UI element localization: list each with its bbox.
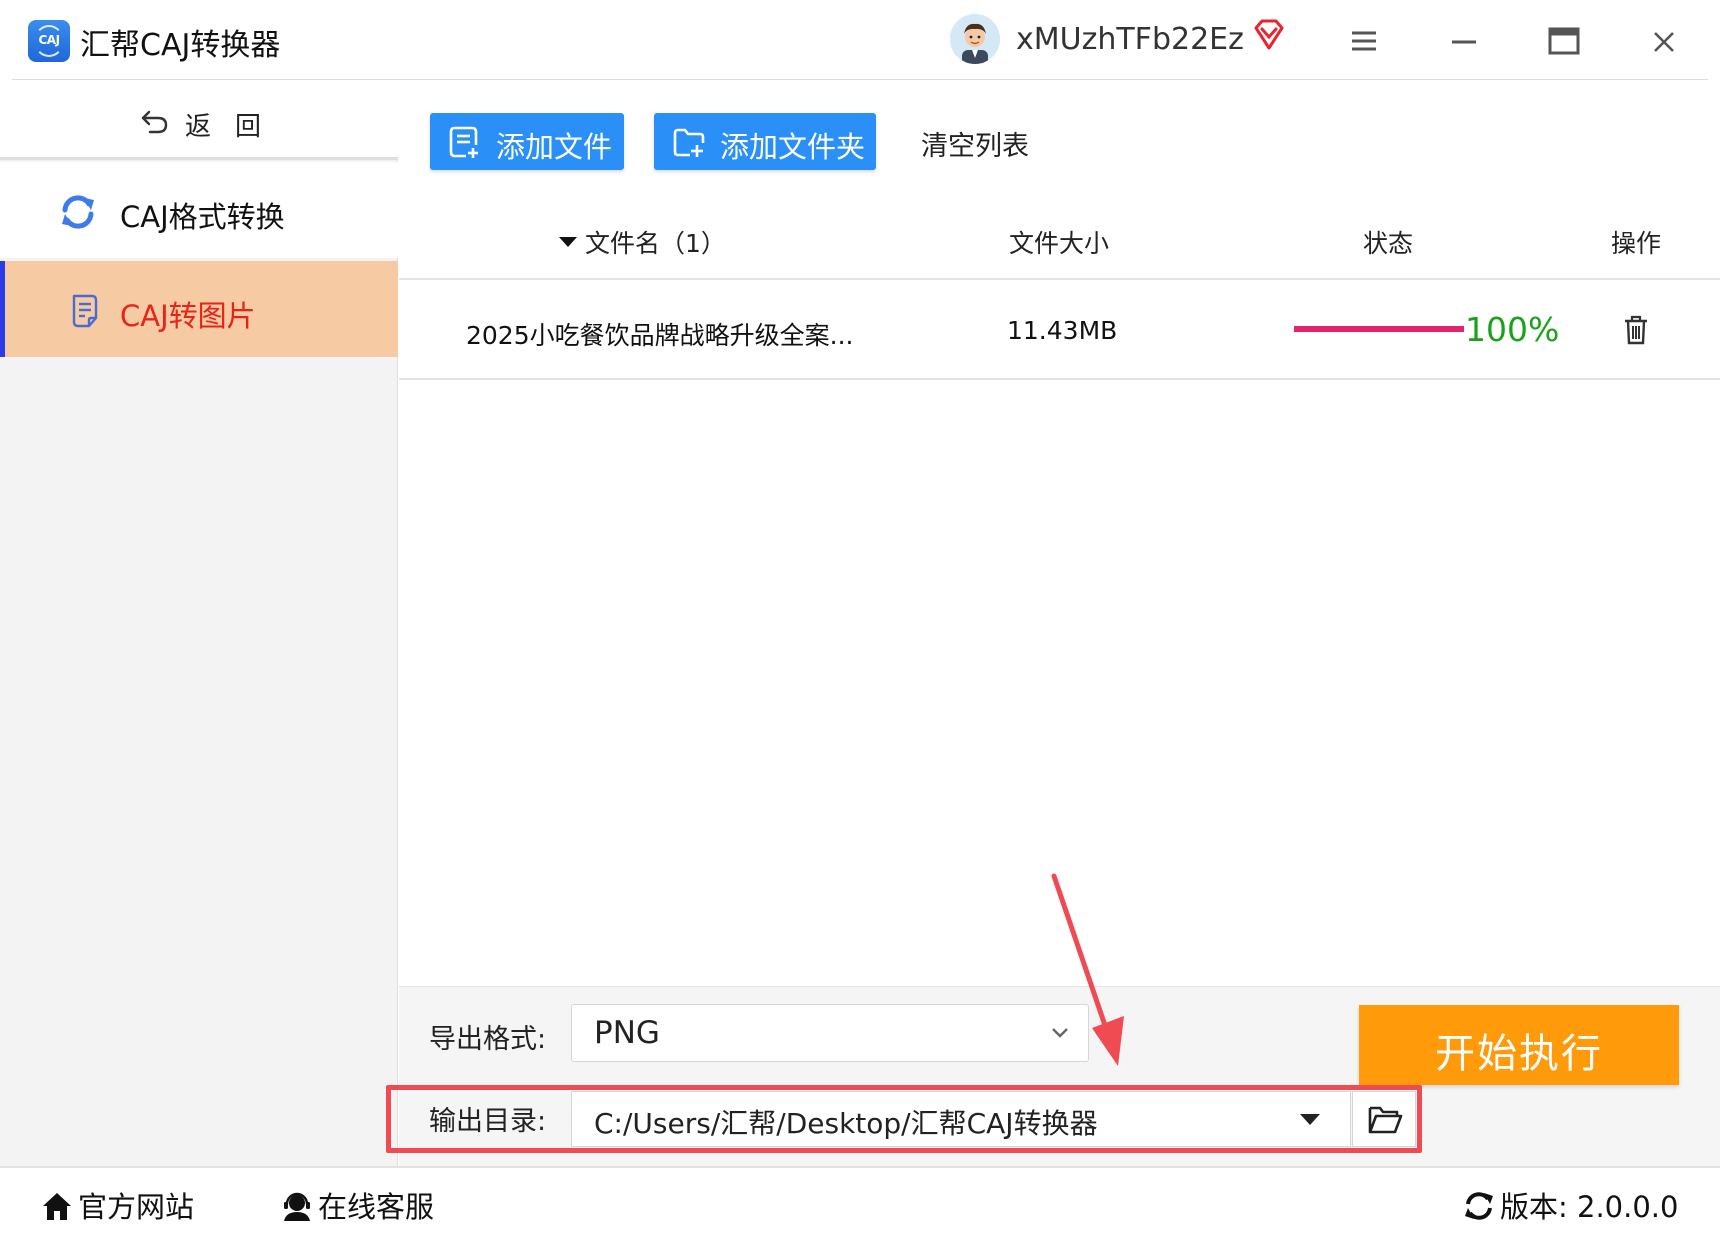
app-title: 汇帮CAJ转换器 — [80, 28, 281, 63]
annotation-arrow-icon — [1051, 873, 1124, 1066]
header-filename[interactable]: 文件名（1） — [559, 224, 726, 260]
app-logo-icon: CAJ — [28, 20, 70, 62]
add-file-button[interactable]: 添加文件 — [430, 113, 624, 170]
sidebar-item-caj-to-image[interactable]: CAJ转图片 — [0, 261, 398, 357]
progress-fill — [1294, 326, 1464, 332]
file-size: 11.43MB — [1007, 316, 1118, 345]
minimize-icon[interactable] — [1444, 22, 1484, 62]
clear-list-button[interactable]: 清空列表 — [921, 124, 1029, 163]
sidebar-item-label: CAJ格式转换 — [120, 200, 285, 234]
back-arrow-icon — [141, 110, 168, 134]
back-label: 返回 — [185, 112, 286, 142]
back-button[interactable]: 返回 — [0, 80, 398, 160]
vip-diamond-icon[interactable] — [1252, 18, 1286, 52]
dropdown-caret-icon[interactable] — [1300, 1114, 1320, 1125]
refresh-icon — [62, 195, 94, 229]
maximize-icon[interactable] — [1544, 22, 1584, 62]
online-service-link[interactable]: 在线客服 — [280, 1184, 434, 1226]
file-name: 2025小吃餐饮品牌战略升级全案... — [466, 321, 854, 350]
output-dir-input[interactable]: C:/Users/汇帮/Desktop/汇帮CAJ转换器 — [571, 1091, 1351, 1147]
header-filesize: 文件大小 — [1009, 229, 1110, 258]
refresh-icon — [1465, 1192, 1493, 1220]
export-format-select[interactable]: PNG — [571, 1004, 1089, 1062]
output-dir-label: 输出目录: — [429, 1106, 547, 1137]
folder-open-icon — [1368, 1106, 1403, 1134]
official-website-link[interactable]: 官方网站 — [40, 1184, 194, 1226]
status-percent: 100% — [1465, 310, 1560, 349]
add-folder-button[interactable]: 添加文件夹 — [654, 113, 876, 170]
export-format-label: 导出格式: — [429, 1024, 547, 1055]
start-button[interactable]: 开始执行 — [1359, 1005, 1679, 1085]
sidebar-item-caj-convert[interactable]: CAJ格式转换 — [0, 162, 398, 258]
document-icon — [72, 294, 98, 328]
close-icon[interactable] — [1644, 22, 1684, 62]
sidebar: 返回 CAJ格式转换 CAJ转图片 — [0, 80, 398, 1166]
delete-icon[interactable] — [1621, 314, 1651, 346]
footer: 官方网站 在线客服 版本: 2.0.0.0 — [0, 1166, 1720, 1234]
header-operation: 操作 — [1611, 229, 1662, 258]
headset-icon — [284, 1192, 310, 1221]
progress-bar — [1294, 326, 1464, 332]
version-info[interactable]: 版本: 2.0.0.0 — [1462, 1184, 1678, 1226]
add-folder-icon — [673, 128, 705, 157]
sidebar-item-label: CAJ转图片 — [120, 299, 256, 333]
sort-down-icon — [559, 237, 577, 247]
user-avatar[interactable] — [950, 14, 1000, 64]
header-status: 状态 — [1363, 229, 1414, 258]
table-header: 文件名（1） 文件大小 状态 操作 — [399, 198, 1720, 280]
add-file-icon — [449, 126, 478, 158]
table-row[interactable]: 2025小吃餐饮品牌战略升级全案... 11.43MB 100% — [399, 280, 1720, 380]
browse-folder-button[interactable] — [1352, 1091, 1416, 1147]
username: xMUzhTFb22Ez — [1016, 22, 1244, 57]
menu-icon[interactable] — [1344, 22, 1384, 62]
title-bar: CAJ 汇帮CAJ转换器 xMUzhTFb22Ez — [0, 0, 1720, 80]
home-icon — [43, 1193, 71, 1220]
